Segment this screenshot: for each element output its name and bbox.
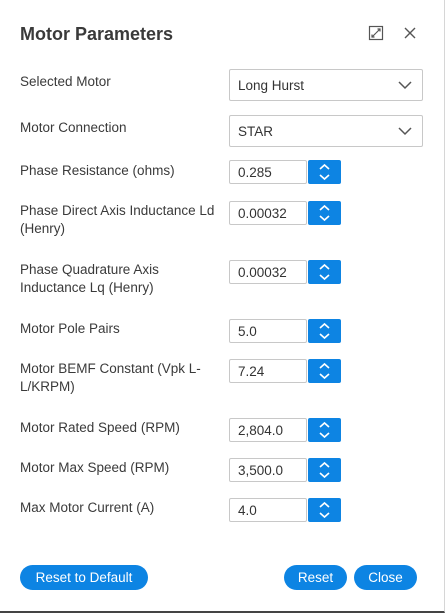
- motor-rated-speed-input[interactable]: 2,804.0: [229, 418, 307, 442]
- motor-max-speed-spinner[interactable]: [308, 458, 341, 482]
- phase-resistance-spinner[interactable]: [308, 160, 341, 184]
- motor-rated-speed-label: Motor Rated Speed (RPM): [20, 420, 180, 435]
- phase-quadrature-inductance-label: Phase Quadrature Axis Inductance Lq (Hen…: [20, 262, 159, 295]
- close-button[interactable]: Close: [354, 565, 417, 590]
- spinner-arrows-icon: [319, 263, 330, 281]
- close-icon[interactable]: [401, 24, 419, 42]
- motor-rated-speed-spinner[interactable]: [308, 418, 341, 442]
- motor-max-speed-input[interactable]: 3,500.0: [229, 458, 307, 482]
- spinner-arrows-icon: [319, 362, 330, 380]
- spinner-arrows-icon: [319, 421, 330, 439]
- spinner-arrows-icon: [319, 204, 330, 222]
- motor-connection-label: Motor Connection: [20, 120, 127, 135]
- motor-parameters-dialog: Motor Parameters Selected Motor Long Hur…: [0, 0, 445, 613]
- motor-bemf-constant-label: Motor BEMF Constant (Vpk L-L/KRPM): [20, 361, 201, 394]
- motor-pole-pairs-value: 5.0: [238, 324, 257, 339]
- selected-motor-value: Long Hurst: [238, 78, 305, 93]
- phase-direct-inductance-label: Phase Direct Axis Inductance Ld (Henry): [20, 203, 215, 236]
- motor-rated-speed-value: 2,804.0: [238, 423, 284, 438]
- selected-motor-select[interactable]: Long Hurst: [229, 69, 423, 101]
- motor-bemf-constant-input[interactable]: 7.24: [229, 359, 307, 383]
- reset-button[interactable]: Reset: [284, 565, 347, 590]
- phase-direct-inductance-input[interactable]: 0.00032: [229, 201, 307, 225]
- phase-resistance-input[interactable]: 0.285: [229, 160, 307, 184]
- chevron-down-icon: [398, 81, 412, 90]
- spinner-arrows-icon: [319, 322, 330, 340]
- motor-pole-pairs-label: Motor Pole Pairs: [20, 321, 120, 336]
- phase-direct-inductance-spinner[interactable]: [308, 201, 341, 225]
- motor-max-speed-value: 3,500.0: [238, 463, 284, 478]
- phase-resistance-value: 0.285: [238, 165, 272, 180]
- motor-pole-pairs-spinner[interactable]: [308, 319, 341, 343]
- max-motor-current-value: 4.0: [238, 503, 257, 518]
- reset-to-default-button[interactable]: Reset to Default: [20, 565, 148, 590]
- phase-resistance-label: Phase Resistance (ohms): [20, 163, 175, 178]
- expand-icon[interactable]: [367, 24, 385, 42]
- motor-connection-select[interactable]: STAR: [229, 115, 423, 147]
- spinner-arrows-icon: [319, 163, 330, 181]
- motor-bemf-constant-value: 7.24: [238, 364, 265, 379]
- spinner-arrows-icon: [319, 501, 330, 519]
- selected-motor-label: Selected Motor: [20, 74, 111, 89]
- phase-quadrature-inductance-spinner[interactable]: [308, 260, 341, 284]
- max-motor-current-label: Max Motor Current (A): [20, 500, 155, 515]
- motor-connection-value: STAR: [238, 124, 274, 139]
- max-motor-current-input[interactable]: 4.0: [229, 498, 307, 522]
- phase-direct-inductance-value: 0.00032: [238, 206, 287, 221]
- dialog-title: Motor Parameters: [20, 24, 174, 44]
- phase-quadrature-inductance-input[interactable]: 0.00032: [229, 260, 307, 284]
- motor-bemf-constant-spinner[interactable]: [308, 359, 341, 383]
- phase-quadrature-inductance-value: 0.00032: [238, 265, 287, 280]
- chevron-down-icon: [398, 127, 412, 136]
- motor-max-speed-label: Motor Max Speed (RPM): [20, 460, 170, 475]
- max-motor-current-spinner[interactable]: [308, 498, 341, 522]
- spinner-arrows-icon: [319, 461, 330, 479]
- motor-pole-pairs-input[interactable]: 5.0: [229, 319, 307, 343]
